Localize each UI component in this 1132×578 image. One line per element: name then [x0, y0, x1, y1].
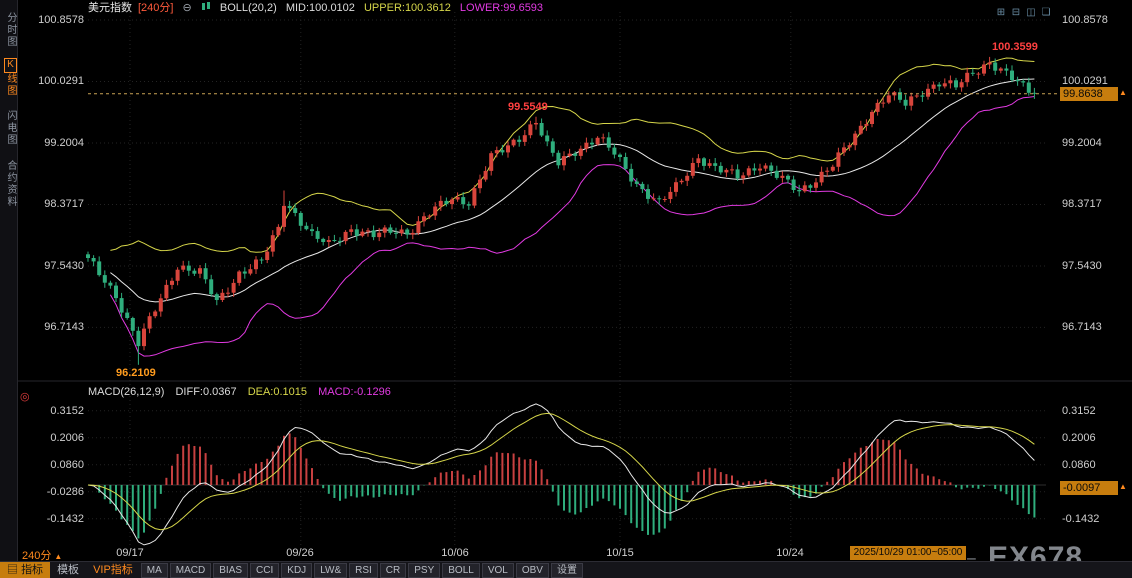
indicator-button-obv[interactable]: OBV [515, 562, 549, 578]
kline-label: 线图 [5, 73, 16, 97]
price-axis-label: 100.8578 [38, 14, 84, 26]
indicator-button-lw[interactable]: LW& [314, 562, 348, 578]
date-axis-label: 10/24 [776, 547, 804, 559]
indicator-button-psy[interactable]: PSY [408, 562, 441, 578]
price-axis-label: 99.2004 [1062, 137, 1102, 149]
macd-tag-up-arrow-icon: ▲ [1119, 482, 1127, 491]
kline-k-badge: K [4, 58, 17, 73]
tab-indicators-label: 指标 [21, 564, 44, 576]
chart-canvas[interactable] [0, 0, 1132, 578]
annotation-low: 96.2109 [116, 367, 156, 379]
annotation-mid-peak: 99.5549 [508, 101, 548, 113]
date-axis-label: 09/26 [286, 547, 314, 559]
macd-axis-label: 0.3152 [1062, 405, 1096, 417]
chart-header: 美元指数 [240分] ⊖ BOLL(20,2) MID:100.0102 UPP… [88, 0, 549, 16]
period-label: [240分] [138, 2, 174, 14]
macd-macd-value: MACD:-0.1296 [318, 386, 391, 398]
last-price-tag: 99.8638 [1060, 87, 1118, 101]
macd-header: MACD(26,12,9) DIFF:0.0367 DEA:0.1015 MAC… [88, 386, 399, 398]
price-axis-label: 99.2004 [44, 137, 84, 149]
indicator-button-boll[interactable]: BOLL [442, 562, 480, 578]
macd-axis-label: -0.1432 [46, 513, 84, 525]
bottom-toolbar: ▤ 指标 模板 VIP指标 MA MACD BIAS CCI KDJ LW& R… [0, 561, 1132, 578]
sidebar-item-time-chart[interactable]: 分时图 [3, 12, 18, 48]
candlestick-icon [201, 2, 211, 14]
price-axis-label: 96.7143 [1062, 321, 1102, 333]
layout-split-horizontal-icon[interactable]: ⊟ [1010, 7, 1022, 19]
macd-axis-label: -0.0286 [46, 486, 84, 498]
price-axis-label: 100.0291 [1062, 75, 1108, 87]
symbol-name: 美元指数 [88, 2, 132, 14]
macd-dea-value: DEA:0.1015 [247, 386, 308, 398]
boll-upper-value: UPPER:100.3612 [363, 2, 451, 14]
bollinger-layer [109, 57, 1035, 357]
price-axis-label: 96.7143 [44, 321, 84, 333]
price-axis-label: 100.0291 [38, 75, 84, 87]
sidebar: 分时图 K线图 闪电图 合约资料 [0, 0, 18, 578]
macd-axis-label: 0.0860 [1062, 459, 1096, 471]
indicator-button-macd[interactable]: MACD [169, 562, 212, 578]
price-axis-label: 98.3717 [44, 198, 84, 210]
macd-axis-label: -0.1432 [1062, 513, 1100, 525]
sidebar-item-flash-chart[interactable]: 闪电图 [3, 110, 18, 146]
macd-axis-label: 0.3152 [50, 405, 84, 417]
annotation-high: 100.3599 [992, 41, 1038, 53]
indicator-marker-icon[interactable]: ◎ [20, 390, 30, 403]
macd-last-value-tag: -0.0097 [1060, 481, 1118, 495]
price-axis-label: 97.5430 [1062, 260, 1102, 272]
indicator-button-ma[interactable]: MA [140, 562, 168, 578]
price-axis-label: 97.5430 [44, 260, 84, 272]
date-axis-label: 10/06 [441, 547, 469, 559]
price-axis-label: 100.8578 [1062, 14, 1108, 26]
layout-quad-icon[interactable]: ❏ [1040, 7, 1052, 19]
indicator-button-kdj[interactable]: KDJ [281, 562, 313, 578]
window-layout-icons: ⊞ ⊟ ◫ ❏ [995, 2, 1055, 20]
date-axis-label: 09/17 [116, 547, 144, 559]
zoom-out-icon[interactable]: ⊖ [183, 2, 192, 14]
layout-split-vertical-icon[interactable]: ◫ [1025, 7, 1037, 19]
grid-layer [18, 12, 1132, 545]
macd-axis-label: 0.2006 [50, 432, 84, 444]
macd-title: MACD(26,12,9) [88, 386, 165, 398]
price-tag-up-arrow-icon: ▲ [1119, 88, 1127, 97]
period-up-arrow-icon: ▲ [54, 552, 63, 561]
panel-icon: ▤ [7, 564, 18, 576]
price-axis-label: 98.3717 [1062, 198, 1102, 210]
macd-axis-label: 0.0860 [50, 459, 84, 471]
macd-histogram-layer [92, 433, 1036, 539]
date-axis-label: 10/15 [606, 547, 634, 559]
indicator-button-vol[interactable]: VOL [481, 562, 514, 578]
indicator-button-bias[interactable]: BIAS [213, 562, 249, 578]
settings-button[interactable]: 设置 [550, 562, 583, 578]
macd-lines-layer [87, 403, 1035, 546]
candles-layer [86, 56, 1037, 365]
tab-vip-indicators[interactable]: VIP指标 [86, 562, 140, 578]
boll-lower-value: LOWER:99.6593 [459, 2, 544, 14]
sidebar-item-contract-info[interactable]: 合约资料 [3, 160, 18, 208]
indicator-button-cci[interactable]: CCI [250, 562, 280, 578]
macd-diff-value: DIFF:0.0367 [175, 386, 237, 398]
boll-indicator-label: BOLL(20,2) [219, 2, 277, 14]
tab-templates[interactable]: 模板 [50, 562, 86, 578]
current-bar-datetime-tag: 2025/10/29 01:00~05:00 [850, 546, 966, 560]
indicator-button-cr[interactable]: CR [379, 562, 407, 578]
sidebar-item-kline-chart[interactable]: K线图 [3, 58, 18, 97]
layout-grid-icon[interactable]: ⊞ [995, 7, 1007, 19]
indicator-button-rsi[interactable]: RSI [349, 562, 378, 578]
trading-app-window: 分时图 K线图 闪电图 合约资料 美元指数 [240分] ⊖ BOLL(20,2)… [0, 0, 1132, 578]
boll-mid-value: MID:100.0102 [285, 2, 355, 14]
tab-indicators[interactable]: ▤ 指标 [0, 562, 51, 578]
macd-axis-label: 0.2006 [1062, 432, 1096, 444]
